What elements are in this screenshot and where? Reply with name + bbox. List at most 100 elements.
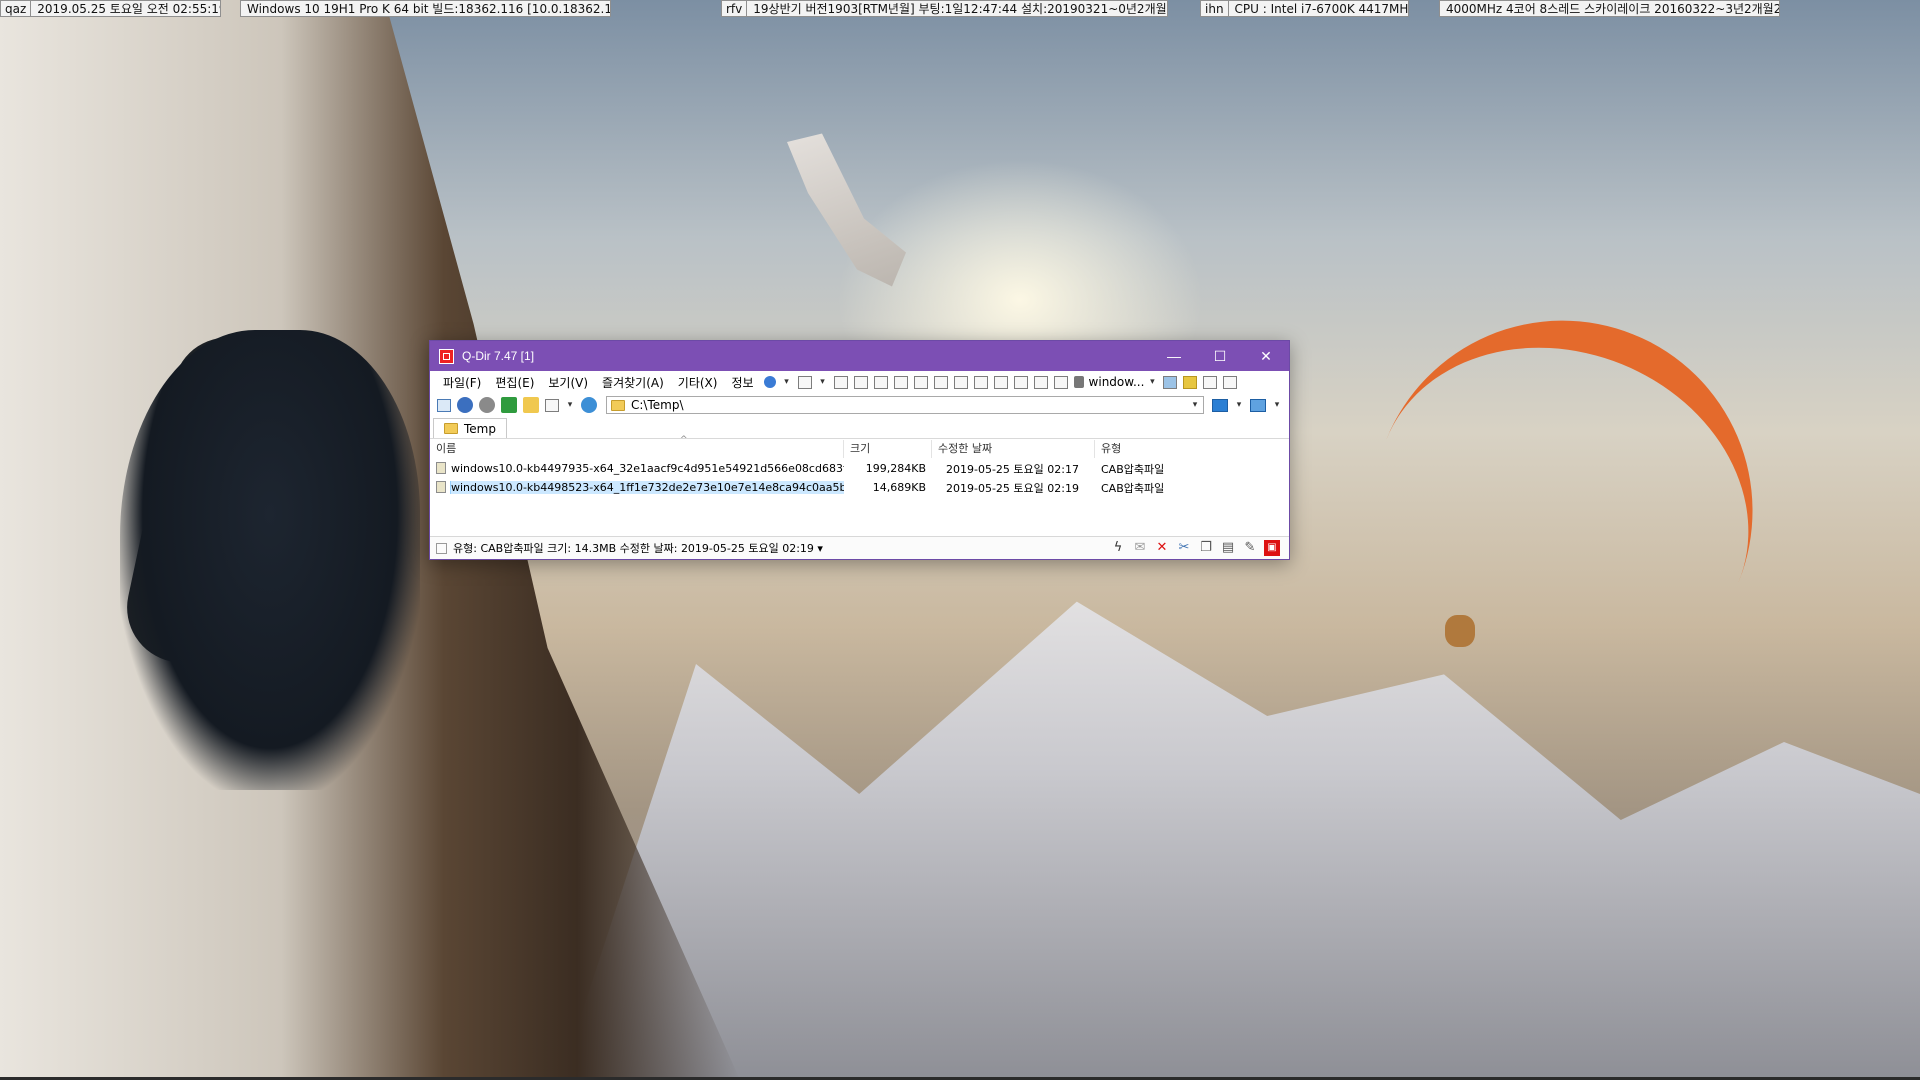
- properties-icon[interactable]: ▣: [1264, 540, 1280, 556]
- layout-12-icon[interactable]: [1053, 375, 1068, 389]
- layout-10-icon[interactable]: [1013, 375, 1028, 389]
- file-row[interactable]: windows10.0-kb4497935-x64_32e1aacf9c4d95…: [430, 459, 1289, 478]
- layout-3-icon[interactable]: [873, 375, 888, 389]
- file-row-selected[interactable]: windows10.0-kb4498523-x64_1ff1e732de2e73…: [430, 478, 1289, 497]
- menu-edit[interactable]: 편집(E): [488, 374, 541, 391]
- rename-icon[interactable]: ✎: [1242, 540, 1258, 556]
- layout-7-icon[interactable]: [953, 375, 968, 389]
- close-button[interactable]: ✕: [1243, 341, 1289, 371]
- layout-6-icon[interactable]: [933, 375, 948, 389]
- address-path[interactable]: C:\Temp\: [631, 398, 1187, 412]
- window-title: Q-Dir 7.47 [1]: [462, 349, 535, 363]
- up-arrow-icon[interactable]: [501, 397, 517, 413]
- panel-icon[interactable]: [1223, 375, 1238, 389]
- file-size: 199,284KB: [865, 462, 926, 475]
- menu-bar: 파일(F) 편집(E) 보기(V) 즐겨찾기(A) 기타(X) 정보 ▾ ▾ w…: [430, 371, 1289, 393]
- wallpaper-paraglider-pilot: [1445, 615, 1475, 647]
- folder-icon: [611, 399, 625, 411]
- layout-8-icon[interactable]: [973, 375, 988, 389]
- infobar-text: CPU : Intel i7-6700K 4417MHz: [1234, 2, 1409, 16]
- chevron-down-icon[interactable]: ▾: [1144, 377, 1160, 387]
- infobar-tag: qaz: [1, 1, 32, 16]
- monitor-icon[interactable]: [1212, 398, 1228, 412]
- file-list: ^ 이름 크기 수정한 날짜 유형 windows10.0-kb4497935-…: [430, 435, 1289, 523]
- infobar-text: 2019.05.25 토요일 오전 02:55:19: [37, 2, 221, 16]
- cut-icon[interactable]: ✂: [1176, 540, 1192, 556]
- layout-toolbar: ▾ ▾ window... ▾: [761, 375, 1241, 389]
- lightning-icon[interactable]: ϟ: [1110, 540, 1126, 556]
- status-icon: [436, 542, 447, 554]
- address-bar: ▾ C:\Temp\ ▾ ▾ ▾: [430, 393, 1289, 417]
- chevron-down-icon[interactable]: ▾: [1187, 400, 1203, 410]
- file-name: windows10.0-kb4497935-x64_32e1aacf9c4d95…: [451, 462, 844, 475]
- layout-11-icon[interactable]: [1033, 375, 1048, 389]
- computer-icon[interactable]: [1163, 375, 1178, 389]
- new-folder-icon[interactable]: [523, 397, 539, 413]
- infobar-tag: ihn: [1201, 1, 1229, 16]
- column-header-row: 이름 크기 수정한 날짜 유형: [430, 439, 1289, 459]
- copy-icon[interactable]: ❐: [1198, 540, 1214, 556]
- menu-file[interactable]: 파일(F): [436, 374, 488, 391]
- chevron-down-icon[interactable]: ▾: [1231, 400, 1247, 410]
- column-modified[interactable]: 수정한 날짜: [932, 440, 1095, 458]
- infobar-text: Windows 10 19H1 Pro K 64 bit 빌드:18362.11…: [247, 2, 611, 16]
- layout-9-icon[interactable]: [993, 375, 1008, 389]
- chevron-down-icon[interactable]: ▾: [562, 400, 578, 410]
- star-icon[interactable]: [1183, 375, 1198, 389]
- file-name-cell[interactable]: windows10.0-kb4498523-x64_1ff1e732de2e73…: [430, 481, 844, 494]
- view-mode-icon[interactable]: [545, 398, 559, 412]
- file-name-cell[interactable]: windows10.0-kb4497935-x64_32e1aacf9c4d95…: [430, 462, 844, 475]
- title-bar[interactable]: Q-Dir 7.47 [1] — ☐ ✕: [430, 341, 1289, 371]
- file-name: windows10.0-kb4498523-x64_1ff1e732de2e73…: [450, 481, 844, 494]
- infobar-cpu: ihn CPU : Intel i7-6700K 4417MHz: [1200, 0, 1409, 17]
- chevron-down-icon[interactable]: ▾: [779, 377, 795, 387]
- layout-4-icon[interactable]: [893, 375, 908, 389]
- maximize-button[interactable]: ☐: [1197, 341, 1243, 371]
- layout-grid-icon[interactable]: [797, 375, 812, 389]
- refresh-icon[interactable]: [581, 397, 597, 413]
- column-name[interactable]: 이름: [430, 440, 844, 458]
- menu-extras[interactable]: 기타(X): [671, 374, 725, 391]
- delete-icon[interactable]: ✕: [1154, 540, 1170, 556]
- mail-icon[interactable]: ✉: [1132, 540, 1148, 556]
- file-type: CAB압축파일: [1101, 462, 1165, 476]
- file-type: CAB압축파일: [1101, 481, 1165, 495]
- menu-info[interactable]: 정보: [724, 374, 760, 391]
- window-dropdown[interactable]: window...: [1089, 375, 1145, 389]
- infobar-datetime: qaz 2019.05.25 토요일 오전 02:55:19: [0, 0, 221, 17]
- address-input[interactable]: C:\Temp\ ▾: [606, 396, 1204, 414]
- column-type[interactable]: 유형: [1095, 440, 1185, 458]
- display-icon[interactable]: [1250, 398, 1266, 412]
- cab-file-icon: [436, 462, 446, 474]
- back-arrow-icon[interactable]: [457, 397, 473, 413]
- paste-icon[interactable]: ▤: [1220, 540, 1236, 556]
- layout-2-icon[interactable]: [853, 375, 868, 389]
- column-size[interactable]: 크기: [844, 440, 932, 458]
- sidebar-toggle-icon[interactable]: [437, 398, 451, 412]
- chevron-down-icon[interactable]: ▾: [815, 377, 831, 387]
- file-size: 14,689KB: [872, 481, 926, 494]
- menu-view[interactable]: 보기(V): [541, 374, 595, 391]
- infobar-cpu-detail: 4000MHz 4코어 8스레드 스카이레이크 20160322~3년2개월2일: [1439, 0, 1780, 17]
- status-text[interactable]: 유형: CAB압축파일 크기: 14.3MB 수정한 날짜: 2019-05-2…: [453, 540, 1107, 556]
- chevron-down-icon[interactable]: ▾: [1269, 400, 1285, 410]
- globe-icon[interactable]: [763, 376, 776, 388]
- tab-row: Temp: [430, 417, 1289, 439]
- folder-icon: [444, 423, 458, 434]
- file-date: 2019-05-25 토요일 02:17: [946, 462, 1079, 476]
- qdir-app-icon[interactable]: [439, 348, 454, 364]
- layout-5-icon[interactable]: [913, 375, 928, 389]
- qdir-window: Q-Dir 7.47 [1] — ☐ ✕ 파일(F) 편집(E) 보기(V) 즐…: [429, 340, 1290, 560]
- forward-arrow-icon[interactable]: [479, 397, 495, 413]
- infobar-text: 19상반기 버전1903[RTM년월] 부팅:1일12:47:44 설치:201…: [753, 2, 1168, 16]
- status-bar: 유형: CAB압축파일 크기: 14.3MB 수정한 날짜: 2019-05-2…: [430, 536, 1289, 559]
- tab-label: Temp: [464, 421, 496, 436]
- menu-favorites[interactable]: 즐겨찾기(A): [595, 374, 671, 391]
- window-picker-icon[interactable]: [1073, 376, 1084, 388]
- layout-1-icon[interactable]: [833, 375, 848, 389]
- minimize-button[interactable]: —: [1151, 341, 1197, 371]
- wallpaper-snowboarder: [120, 330, 420, 790]
- tab-temp[interactable]: Temp: [433, 418, 507, 438]
- infobar-os: Windows 10 19H1 Pro K 64 bit 빌드:18362.11…: [240, 0, 611, 17]
- tools-icon[interactable]: [1203, 375, 1218, 389]
